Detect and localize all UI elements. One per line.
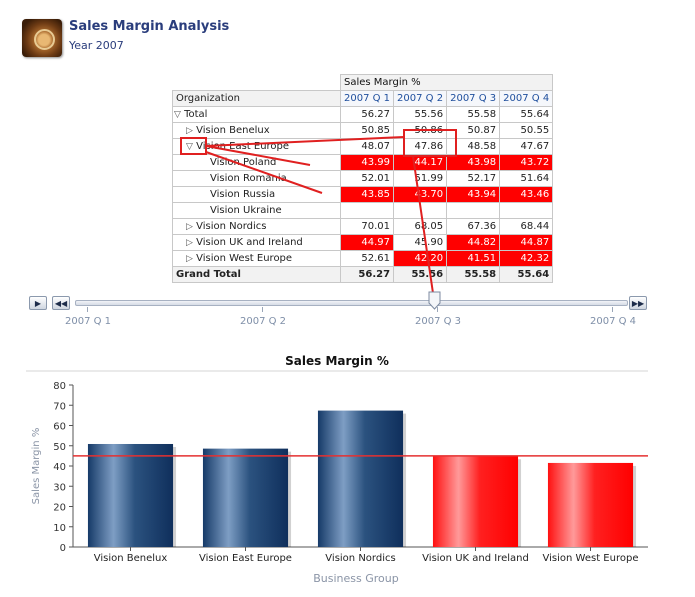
chart-title: Sales Margin % — [285, 354, 389, 368]
y-tick-label: 70 — [53, 401, 66, 412]
x-tick-label: Vision Nordics — [325, 553, 395, 564]
bar — [317, 410, 404, 547]
y-tick-label: 20 — [53, 503, 66, 514]
y-tick-label: 10 — [53, 523, 66, 534]
x-tick-label: Vision West Europe — [543, 553, 639, 564]
x-axis-label: Business Group — [313, 572, 399, 585]
x-tick-label: Vision UK and Ireland — [422, 553, 529, 564]
bar — [432, 456, 519, 547]
x-tick-label: Vision Benelux — [94, 553, 168, 564]
bar — [202, 448, 289, 547]
y-axis-label: Sales Margin % — [31, 428, 42, 505]
bar-chart: Sales Margin % Sales Margin % Business G… — [26, 354, 648, 585]
y-tick-label: 80 — [53, 381, 66, 392]
y-tick-label: 60 — [53, 422, 66, 433]
y-tick-label: 50 — [53, 442, 66, 453]
y-tick-label: 0 — [60, 543, 66, 554]
y-tick-label: 40 — [53, 462, 66, 473]
y-tick-label: 30 — [53, 482, 66, 493]
bar — [547, 462, 634, 547]
bar — [87, 443, 174, 547]
x-tick-label: Vision East Europe — [199, 553, 292, 564]
